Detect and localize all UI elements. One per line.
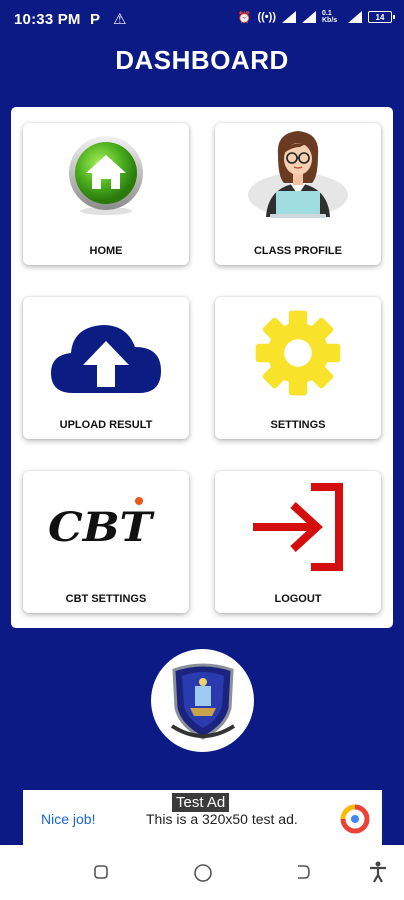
recent-apps-icon[interactable] [92,863,110,881]
teacher-icon [248,131,348,218]
alarm-icon: ⏰ [237,11,252,24]
cbt-settings-label: CBT SETTINGS [65,593,147,605]
status-icons: ⏰ ((•)) 0.1 Kb/s 14 [237,10,395,24]
back-icon[interactable] [294,863,312,881]
logout-icon [253,483,343,571]
school-crest-icon [170,663,235,740]
upload-result-label: UPLOAD RESULT [59,419,153,431]
class-profile-tile[interactable]: CLASS PROFILE [215,123,381,265]
logout-tile[interactable]: LOGOUT [215,471,381,613]
home-tile[interactable]: HOME [23,123,189,265]
accessibility-icon[interactable] [368,861,388,883]
school-emblem [151,649,254,752]
logout-label: LOGOUT [274,593,322,605]
class-profile-label: CLASS PROFILE [253,245,342,257]
gear-icon [255,310,341,396]
net-speed: 0.1 Kb/s [322,10,338,24]
status-bar: 10:33 PM P ⚠ ⏰ ((•)) 0.1 Kb/s 14 [0,0,404,38]
status-time: 10:33 PM [14,11,81,28]
settings-tile[interactable]: SETTINGS [215,297,381,439]
home-nav-icon[interactable] [193,863,213,883]
ad-tag: Test Ad [172,793,230,812]
battery-level: 14 [375,12,385,22]
home-icon [69,136,143,215]
navigation-bar [0,845,404,900]
dashboard-panel: HOME CLASS PROFILE UPLOAD RESULT SETTING… [11,107,393,628]
settings-label: SETTINGS [270,419,326,431]
cbt-logo-icon: CBT [48,497,156,551]
cloud-upload-icon [51,325,161,393]
hotspot-icon: ((•)) [257,11,276,23]
signal-icon-3 [348,11,362,23]
ad-body-text: This is a 320x50 test ad. [146,811,298,827]
warning-icon: ⚠ [113,11,127,28]
ad-nice-text: Nice job! [41,811,96,827]
home-label: HOME [89,245,123,257]
page-title: DASHBOARD [115,45,289,75]
app-screen: 10:33 PM P ⚠ ⏰ ((•)) 0.1 Kb/s 14 DASHBOA… [0,0,404,845]
p-notification-icon: P [90,11,101,28]
ad-logo-icon[interactable] [340,804,370,834]
cbt-settings-tile[interactable]: CBT CBT SETTINGS [23,471,189,613]
upload-result-tile[interactable]: UPLOAD RESULT [23,297,189,439]
signal-icon [282,11,296,23]
cbt-logo-text: CBT [48,504,156,551]
battery-icon: 14 [368,11,395,23]
signal-icon-2 [302,11,316,23]
